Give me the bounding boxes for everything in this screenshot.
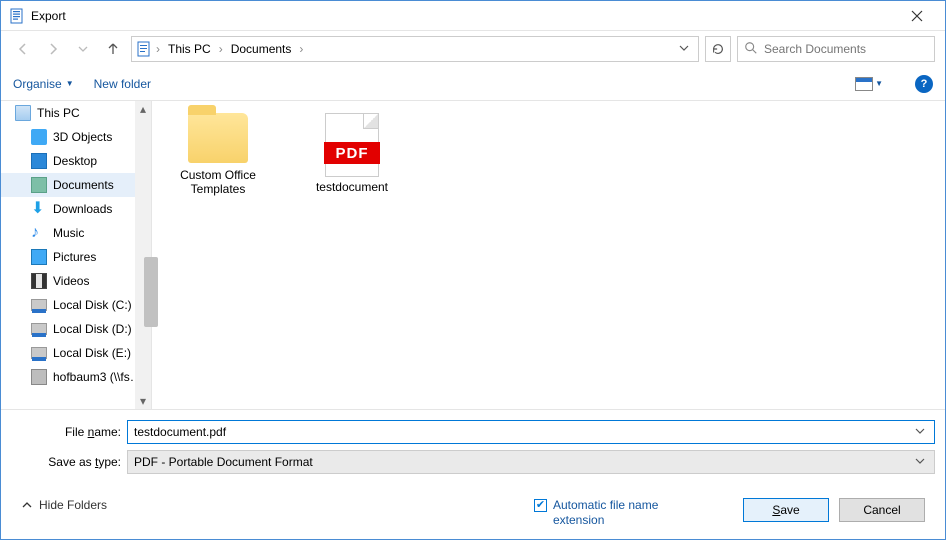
crumb-sep: › (297, 42, 305, 56)
refresh-button[interactable] (705, 36, 731, 62)
tree-item-music[interactable]: ♪Music (1, 221, 151, 245)
nav-back-button[interactable] (11, 37, 35, 61)
chevron-down-icon: ▼ (66, 79, 74, 88)
tree-item-videos[interactable]: Videos (1, 269, 151, 293)
crumb-sep: › (217, 42, 225, 56)
network-icon (31, 369, 47, 385)
pc-icon (15, 105, 31, 121)
folder-label: Custom Office Templates (164, 169, 272, 197)
hide-folders-label: Hide Folders (39, 498, 107, 512)
folder-item[interactable]: Custom Office Templates (164, 113, 272, 197)
filename-label: File name: (11, 425, 127, 439)
scroll-thumb[interactable] (144, 257, 158, 327)
crumb-sep: › (154, 42, 162, 56)
window-icon (9, 8, 25, 24)
crumb-current[interactable]: Documents (227, 40, 296, 58)
search-input[interactable] (764, 42, 928, 56)
filename-field[interactable] (127, 420, 935, 444)
savetype-value: PDF - Portable Document Format (134, 455, 912, 469)
documents-icon (31, 177, 47, 193)
savetype-drop[interactable] (912, 455, 928, 469)
pictures-icon (31, 249, 47, 265)
filename-history-drop[interactable] (912, 425, 928, 439)
tree-item-network-share[interactable]: hofbaum3 (\\fs.… (1, 365, 151, 389)
organise-menu[interactable]: Organise ▼ (13, 77, 74, 91)
tree-item-3d-objects[interactable]: 3D Objects (1, 125, 151, 149)
tree-scrollbar[interactable]: ▴ ▾ (135, 101, 151, 409)
save-button[interactable]: Save (743, 498, 829, 522)
file-item[interactable]: PDF testdocument (298, 113, 406, 195)
desktop-icon (31, 153, 47, 169)
disk-icon (31, 323, 47, 335)
view-icon (855, 77, 873, 91)
tree-item-pictures[interactable]: Pictures (1, 245, 151, 269)
music-icon: ♪ (31, 225, 47, 241)
disk-icon (31, 299, 47, 311)
refresh-icon (711, 42, 725, 56)
chevron-up-icon (21, 499, 33, 511)
tree-item-desktop[interactable]: Desktop (1, 149, 151, 173)
close-icon (911, 10, 923, 22)
filename-input[interactable] (134, 425, 912, 439)
3d-icon (31, 129, 47, 145)
folder-icon (188, 113, 248, 163)
address-history-drop[interactable] (674, 42, 694, 56)
disk-icon (31, 347, 47, 359)
nav-tree: This PC 3D Objects Desktop Documents ⬇Do… (1, 101, 151, 409)
auto-extension-checkbox[interactable]: ✔ (534, 499, 547, 512)
tree-item-disk-d[interactable]: Local Disk (D:) (1, 317, 151, 341)
auto-extension-label[interactable]: Automatic file name extension (553, 498, 693, 527)
hide-folders-button[interactable]: Hide Folders (21, 498, 107, 512)
nav-up-button[interactable] (101, 37, 125, 61)
check-icon: ✔ (536, 500, 545, 511)
organise-label: Organise (13, 77, 62, 91)
nav-recent-button[interactable] (71, 37, 95, 61)
file-list[interactable]: Custom Office Templates PDF testdocument (152, 101, 945, 409)
downloads-icon: ⬇ (31, 201, 47, 217)
cancel-button[interactable]: Cancel (839, 498, 925, 522)
location-icon (136, 41, 152, 57)
tree-item-disk-c[interactable]: Local Disk (C:) (1, 293, 151, 317)
pdf-band: PDF (324, 142, 380, 164)
tree-item-downloads[interactable]: ⬇Downloads (1, 197, 151, 221)
search-box[interactable] (737, 36, 935, 62)
savetype-label: Save as type: (11, 455, 127, 469)
new-folder-button[interactable]: New folder (94, 77, 151, 91)
savetype-field[interactable]: PDF - Portable Document Format (127, 450, 935, 474)
close-button[interactable] (897, 1, 937, 31)
help-button[interactable]: ? (915, 75, 933, 93)
window-title: Export (31, 9, 66, 23)
scroll-down-icon[interactable]: ▾ (135, 393, 151, 409)
scroll-up-icon[interactable]: ▴ (135, 101, 151, 117)
file-label: testdocument (316, 181, 388, 195)
tree-item-documents[interactable]: Documents (1, 173, 151, 197)
search-icon (744, 41, 758, 58)
tree-item-disk-e[interactable]: Local Disk (E:) (1, 341, 151, 365)
nav-forward-button[interactable] (41, 37, 65, 61)
address-bar[interactable]: › This PC › Documents › (131, 36, 699, 62)
tree-item-this-pc[interactable]: This PC (1, 101, 151, 125)
view-options-button[interactable]: ▼ (855, 77, 883, 91)
crumb-root[interactable]: This PC (164, 40, 215, 58)
videos-icon (31, 273, 47, 289)
pdf-file-icon: PDF (325, 113, 379, 177)
chevron-down-icon: ▼ (875, 79, 883, 88)
